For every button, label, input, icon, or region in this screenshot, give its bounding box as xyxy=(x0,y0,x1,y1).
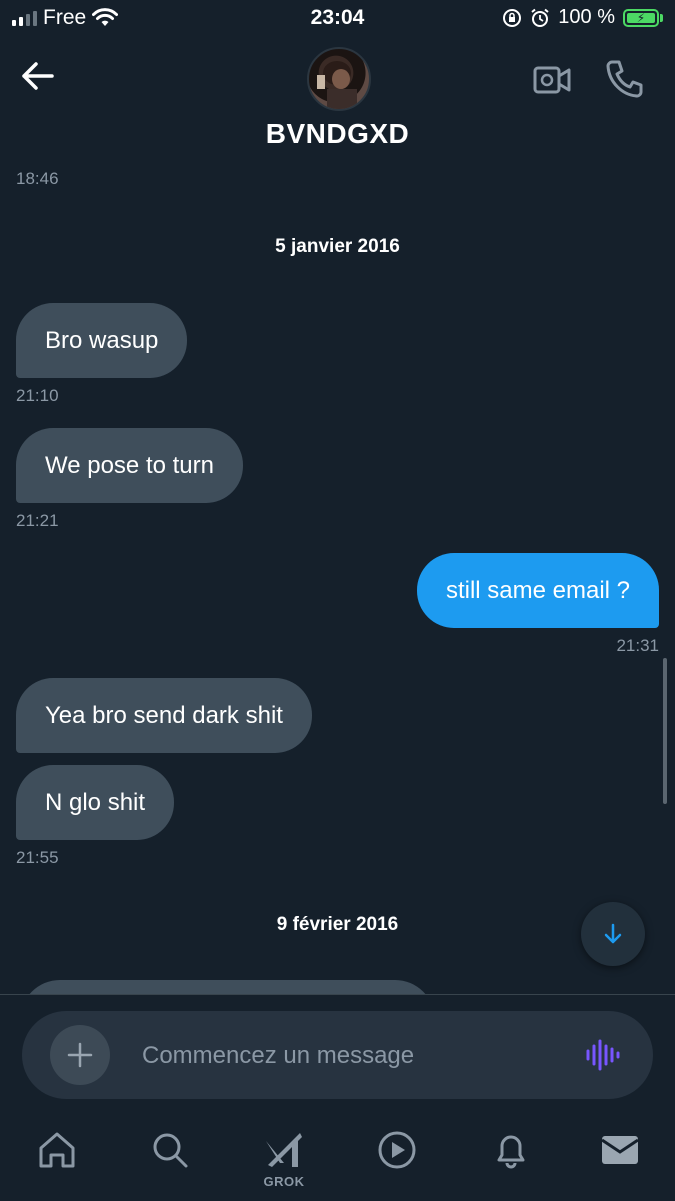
incoming-message[interactable]: Yea bro send dark shit xyxy=(16,678,312,753)
phone-icon[interactable] xyxy=(604,58,644,98)
message-time: 21:55 xyxy=(16,848,59,867)
grok-label: GROK xyxy=(263,1174,305,1189)
video-camera-icon[interactable] xyxy=(532,62,572,98)
grok-icon xyxy=(266,1133,302,1167)
message-input[interactable] xyxy=(140,1035,564,1077)
message-time: 18:46 xyxy=(16,169,59,188)
back-arrow-icon[interactable] xyxy=(18,58,58,94)
add-media-button[interactable] xyxy=(50,1025,110,1085)
status-bar: Free 23:04 100 % ⚡ xyxy=(0,0,675,40)
play-icon xyxy=(378,1131,416,1169)
alarm-icon xyxy=(531,8,549,27)
tab-search[interactable] xyxy=(148,1129,192,1189)
message-time: 21:21 xyxy=(16,511,59,530)
message-time: 21:31 xyxy=(616,636,659,655)
message-composer xyxy=(22,1011,653,1099)
voice-waveform-icon[interactable] xyxy=(584,1037,620,1073)
tab-messages[interactable] xyxy=(598,1129,642,1189)
mail-icon xyxy=(601,1136,639,1164)
tab-notifications[interactable] xyxy=(489,1129,533,1189)
rotation-lock-icon xyxy=(503,8,522,27)
conversation-header: BVNDGXD xyxy=(0,40,675,170)
contact-name[interactable]: BVNDGXD xyxy=(0,118,675,150)
arrow-down-icon xyxy=(604,923,622,944)
bottom-tab-bar: GROK xyxy=(0,1129,675,1201)
composer-area: GROK xyxy=(0,994,675,1201)
incoming-message[interactable]: Bro wasup xyxy=(16,303,188,378)
date-separator: 5 janvier 2016 xyxy=(275,236,400,257)
status-right: 100 % ⚡ xyxy=(502,6,663,29)
tab-grok[interactable]: GROK xyxy=(260,1129,308,1189)
incoming-message[interactable]: We pose to turn xyxy=(16,428,243,503)
date-separator: 9 février 2016 xyxy=(276,914,399,935)
search-icon xyxy=(153,1133,188,1168)
battery-percent: 100 % xyxy=(558,6,615,28)
battery-tip xyxy=(660,13,663,22)
battery-icon: ⚡ xyxy=(623,8,659,27)
scrollbar[interactable] xyxy=(663,658,667,804)
message-time: 21:10 xyxy=(16,386,59,405)
scroll-to-bottom-button[interactable] xyxy=(581,902,645,966)
home-icon xyxy=(39,1132,75,1168)
tab-media[interactable] xyxy=(375,1129,419,1189)
tab-home[interactable] xyxy=(35,1129,79,1189)
incoming-message[interactable]: N glo shit xyxy=(16,765,175,840)
outgoing-message[interactable]: still same email ? xyxy=(416,553,659,628)
plus-icon xyxy=(67,1042,93,1068)
avatar[interactable] xyxy=(307,47,371,111)
bell-icon xyxy=(497,1135,525,1169)
